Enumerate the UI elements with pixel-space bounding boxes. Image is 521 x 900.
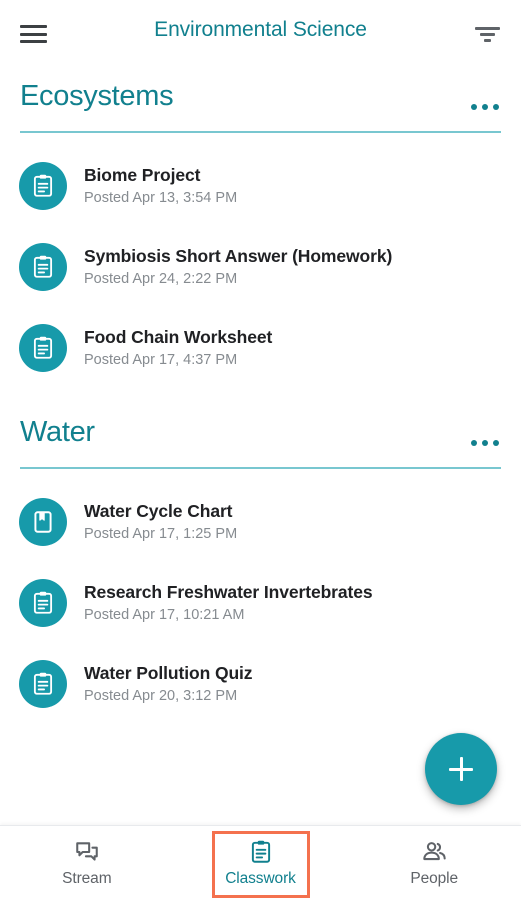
list-item-title: Food Chain Worksheet bbox=[84, 326, 273, 347]
people-icon bbox=[421, 839, 448, 865]
list-item-subtitle: Posted Apr 17, 4:37 PM bbox=[84, 351, 238, 368]
topic-header: Water bbox=[0, 404, 521, 467]
assignment-clipboard-icon bbox=[19, 242, 67, 291]
assignment-clipboard-icon bbox=[19, 323, 67, 372]
filter-bar bbox=[474, 26, 500, 30]
page-title: Environmental Science bbox=[154, 18, 367, 41]
list-item-subtitle: Posted Apr 20, 3:12 PM bbox=[84, 687, 238, 704]
filter-bar bbox=[479, 32, 495, 36]
more-options-icon[interactable] bbox=[469, 434, 501, 452]
dot bbox=[482, 104, 488, 110]
tab-classwork[interactable]: Classwork bbox=[174, 826, 348, 900]
list-item-subtitle: Posted Apr 13, 3:54 PM bbox=[84, 189, 238, 206]
list-item-subtitle: Posted Apr 24, 2:22 PM bbox=[84, 270, 238, 287]
list-item-title: Symbiosis Short Answer (Homework) bbox=[84, 245, 393, 266]
list-item-subtitle: Posted Apr 17, 1:25 PM bbox=[84, 525, 238, 542]
topic-section: Ecosystems Biome Project Posted Apr 13, … bbox=[0, 68, 521, 388]
list-item[interactable]: Biome Project Posted Apr 13, 3:54 PM bbox=[0, 145, 521, 226]
topic-items: Water Cycle Chart Posted Apr 17, 1:25 PM… bbox=[0, 469, 521, 724]
assignment-clipboard-icon bbox=[19, 161, 67, 210]
list-item-title: Biome Project bbox=[84, 164, 201, 185]
forum-icon bbox=[74, 839, 100, 865]
list-item-subtitle: Posted Apr 17, 10:21 AM bbox=[84, 606, 245, 623]
app-bar: Environmental Science bbox=[0, 0, 521, 68]
list-item[interactable]: Water Cycle Chart Posted Apr 17, 1:25 PM bbox=[0, 481, 521, 562]
dot bbox=[471, 440, 477, 446]
tab-label: Classwork bbox=[225, 869, 296, 887]
tab-label: Stream bbox=[62, 869, 112, 887]
classwork-list[interactable]: Ecosystems Biome Project Posted Apr 13, … bbox=[0, 68, 521, 826]
more-options-icon[interactable] bbox=[469, 98, 501, 116]
list-item[interactable]: Symbiosis Short Answer (Homework) Posted… bbox=[0, 226, 521, 307]
topic-title: Water bbox=[20, 416, 95, 448]
assignment-clipboard-icon bbox=[19, 578, 67, 627]
tab-stream[interactable]: Stream bbox=[0, 826, 174, 900]
filter-bar bbox=[483, 38, 491, 42]
dot bbox=[493, 440, 499, 446]
list-item-title: Water Cycle Chart bbox=[84, 500, 233, 521]
assignment-clipboard-icon bbox=[19, 659, 67, 708]
topic-header: Ecosystems bbox=[0, 68, 521, 131]
dot bbox=[482, 440, 488, 446]
list-item-title: Research Freshwater Invertebrates bbox=[84, 581, 373, 602]
tab-label: People bbox=[410, 869, 459, 887]
bottom-navigation: Stream Classwork People bbox=[0, 825, 521, 900]
assignment-clipboard-icon bbox=[248, 839, 274, 865]
list-item-title: Water Pollution Quiz bbox=[84, 662, 253, 683]
material-book-icon bbox=[19, 497, 67, 546]
tab-people[interactable]: People bbox=[347, 826, 521, 900]
filter-list-icon[interactable] bbox=[473, 23, 501, 45]
topic-items: Biome Project Posted Apr 13, 3:54 PM Sym… bbox=[0, 133, 521, 388]
topic-title: Ecosystems bbox=[20, 80, 174, 112]
list-item[interactable]: Research Freshwater Invertebrates Posted… bbox=[0, 562, 521, 643]
list-item[interactable]: Food Chain Worksheet Posted Apr 17, 4:37… bbox=[0, 307, 521, 388]
topic-section: Water Water Cycle Chart Posted Apr 17, 1… bbox=[0, 404, 521, 724]
list-item[interactable]: Water Pollution Quiz Posted Apr 20, 3:12… bbox=[0, 643, 521, 724]
create-fab-button[interactable] bbox=[425, 733, 497, 805]
dot bbox=[471, 104, 477, 110]
dot bbox=[493, 104, 499, 110]
